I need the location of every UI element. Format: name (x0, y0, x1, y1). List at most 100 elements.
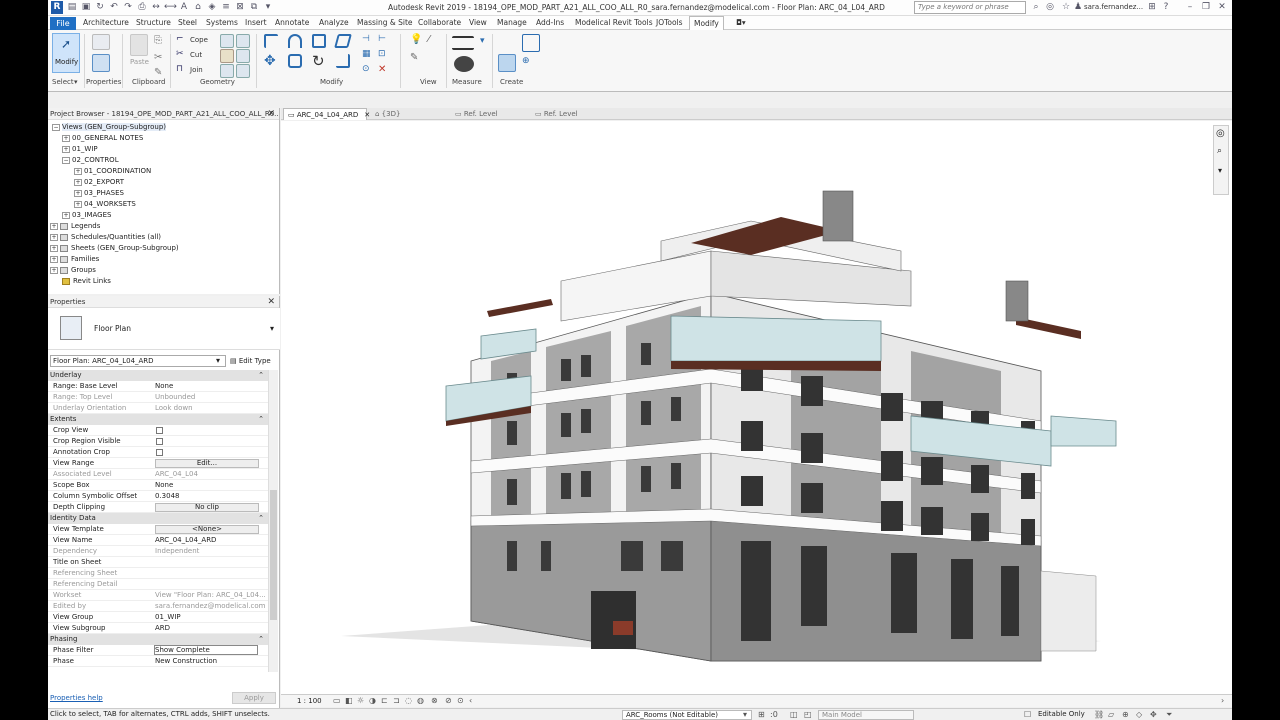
drag-elements-icon[interactable]: ✥ (1150, 710, 1159, 719)
switch-windows-icon[interactable]: ⧉ (248, 2, 260, 13)
crop-view-checkbox[interactable] (156, 427, 163, 434)
collapse-icon[interactable]: − (52, 123, 60, 131)
prop-value[interactable]: 0.3048 (155, 491, 265, 502)
steering-wheel-icon[interactable]: ◎ (1216, 128, 1225, 139)
sun-path-icon[interactable]: ☼ (357, 696, 366, 705)
show-crop-icon[interactable]: ⊐ (393, 696, 402, 705)
redo-icon[interactable]: ↷ (122, 2, 134, 13)
paste-label[interactable]: Paste (130, 58, 149, 66)
detail-level-icon[interactable]: ▭ (333, 696, 342, 705)
scrollbar-thumb[interactable] (270, 490, 277, 620)
tree-item-families[interactable]: + Families (50, 254, 99, 265)
worksets-dialog-icon[interactable]: ⊞ (758, 710, 767, 719)
delete-icon[interactable]: ✕ (378, 64, 392, 78)
star-icon[interactable]: ☆ (1060, 2, 1072, 13)
prop-row[interactable]: View Template <None> (48, 524, 268, 535)
tree-item-revit-links[interactable]: Revit Links (62, 276, 111, 287)
view-tab-ref-level-2[interactable]: ▭ Ref. Level (531, 108, 607, 120)
expand-icon[interactable]: + (50, 266, 58, 274)
prop-value[interactable]: None (155, 480, 265, 491)
tree-item-control[interactable]: −02_CONTROL (62, 155, 119, 166)
prop-row[interactable]: Annotation Crop (48, 447, 268, 458)
group-phasing[interactable]: Phasing ⌃ (48, 634, 268, 645)
unjoin-icon[interactable] (220, 64, 234, 78)
measure-icon[interactable]: ↔ (150, 2, 162, 13)
3d-view-icon[interactable]: ⌂ (192, 2, 204, 13)
cart-icon[interactable]: ⊞ (1146, 2, 1158, 13)
dimension-icon[interactable]: ⟷ (164, 2, 177, 13)
prop-row[interactable]: View Range Edit... (48, 458, 268, 469)
join-label[interactable]: Join (190, 66, 203, 74)
expand-icon[interactable]: + (74, 167, 82, 175)
prop-row[interactable]: Scope Box None (48, 480, 268, 491)
properties-palette-icon[interactable] (92, 54, 110, 72)
create-similar-icon[interactable]: ⊕ (522, 56, 536, 70)
paint-icon[interactable] (220, 49, 234, 63)
zoom-icon[interactable]: ⌕ (1217, 146, 1222, 156)
cut-label[interactable]: Cut (190, 51, 202, 59)
tab-view[interactable]: View (469, 16, 487, 30)
user-icon[interactable]: ♟ (1072, 2, 1084, 13)
cope-icon[interactable]: ⌐ (176, 34, 190, 48)
tab-structure[interactable]: Structure (136, 16, 171, 30)
design-option-select[interactable]: Main Model (818, 710, 914, 720)
select-pinned-icon[interactable]: ⊕ (1122, 710, 1131, 719)
collapse-group-icon[interactable]: ⌃ (258, 513, 264, 524)
tree-item-groups[interactable]: + Groups (50, 265, 96, 276)
instance-filter-select[interactable]: Floor Plan: ARC_04_L04_ARD (50, 355, 226, 367)
reveal-hidden-icon[interactable]: ◍ (417, 696, 426, 705)
linework-icon[interactable]: ⁄ (428, 34, 442, 48)
prop-row[interactable]: Crop View (48, 425, 268, 436)
join-icon[interactable]: ⊓ (176, 64, 190, 78)
create-parts-icon[interactable] (498, 54, 516, 72)
copy-icon[interactable]: ⎘ (154, 35, 168, 49)
sync-icon[interactable]: ↻ (94, 2, 106, 13)
modify-button[interactable]: ➚ Modify (52, 33, 80, 73)
temporary-hide-icon[interactable]: ◌ (405, 696, 414, 705)
close-tab-icon[interactable]: ✕ (364, 111, 370, 119)
tree-item-worksets[interactable]: +04_WORKSETS (74, 199, 136, 210)
view-template-button[interactable]: <None> (155, 525, 259, 534)
prop-value[interactable]: 01_WIP (155, 612, 265, 623)
expand-icon[interactable]: + (50, 233, 58, 241)
tab-steel[interactable]: Steel (178, 16, 197, 30)
prop-value[interactable]: New Construction (155, 656, 265, 667)
main-model-icon[interactable]: ◰ (804, 710, 813, 719)
tab-jotools[interactable]: JOTools (656, 16, 683, 30)
split-element-icon[interactable]: ⊣ (362, 34, 376, 48)
create-group-icon[interactable] (522, 34, 540, 52)
help-icon[interactable]: ? (1160, 2, 1172, 13)
undo-icon[interactable]: ↶ (108, 2, 120, 13)
tab-annotate[interactable]: Annotate (275, 16, 309, 30)
copy-element-icon[interactable] (288, 54, 302, 68)
properties-help-link[interactable]: Properties help (50, 694, 103, 702)
type-dropdown-icon[interactable]: ▾ (270, 324, 274, 333)
revit-logo-icon[interactable]: R (51, 1, 63, 14)
tab-manage[interactable]: Manage (497, 16, 527, 30)
close-project-browser-icon[interactable]: ✕ (267, 108, 275, 120)
view-tab-ref-level-1[interactable]: ▭ Ref. Level (451, 108, 527, 120)
expand-icon[interactable]: + (74, 178, 82, 186)
open-icon[interactable]: ▤ (66, 2, 78, 13)
split-face-icon[interactable] (236, 34, 250, 48)
prop-row[interactable]: Phase Filter Show Complete (48, 645, 268, 656)
editable-only-checkbox-icon[interactable]: ☐ (1024, 710, 1033, 719)
filter-icon[interactable]: ⏷ (1166, 710, 1175, 719)
workset-dropdown-icon[interactable]: ▾ (743, 710, 752, 719)
shadows-icon[interactable]: ◑ (369, 696, 378, 705)
paste-icon[interactable] (130, 34, 148, 56)
editable-only-label[interactable]: Editable Only (1038, 710, 1085, 718)
select-underlay-icon[interactable]: ▱ (1108, 710, 1117, 719)
expand-icon[interactable]: + (74, 200, 82, 208)
subscription-icon[interactable]: ◎ (1044, 2, 1056, 13)
tree-item-sheets[interactable]: + Sheets (GEN_Group-Subgroup) (50, 243, 179, 254)
scale-icon[interactable]: ⊡ (378, 49, 392, 63)
tree-item-views[interactable]: − Views (GEN_Group-Subgroup) (52, 122, 167, 133)
expand-icon[interactable]: + (62, 145, 70, 153)
tree-item-phases[interactable]: +03_PHASES (74, 188, 124, 199)
move-icon[interactable]: ✥ (264, 54, 278, 68)
prop-row[interactable]: View Subgroup ARD (48, 623, 268, 634)
active-workset-select[interactable]: ARC_Rooms (Not Editable) (622, 710, 752, 720)
expand-icon[interactable]: + (74, 189, 82, 197)
view-tab-arc-04-l04-ard[interactable]: ▭ ARC_04_L04_ARD ✕ (283, 108, 370, 120)
